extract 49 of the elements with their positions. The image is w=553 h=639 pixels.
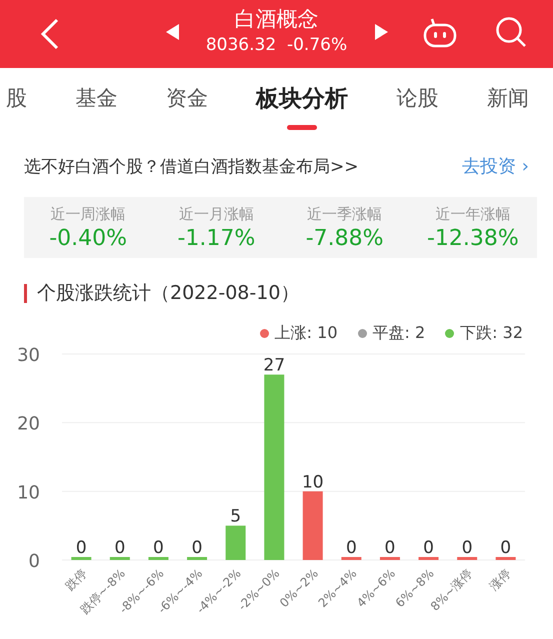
bar: [226, 526, 246, 560]
return-value: -7.88%: [306, 226, 384, 251]
data-label: 10: [302, 472, 324, 492]
index-change: -0.76%: [286, 35, 348, 55]
data-label: 0: [76, 538, 87, 558]
tab[interactable]: 基金: [71, 76, 122, 122]
category-label: 跌停: [62, 566, 90, 594]
section-title: 个股涨跌统计（2022-08-10）: [37, 281, 300, 306]
data-label: 27: [263, 356, 286, 376]
tab[interactable]: 板块分析: [252, 74, 352, 124]
data-label: 0: [346, 538, 357, 558]
data-label: 0: [153, 538, 164, 558]
return-value: -12.38%: [426, 226, 519, 251]
sector-title: 白酒概念: [234, 6, 318, 33]
axis-label: 0: [28, 551, 40, 572]
data-label: 0: [423, 538, 434, 558]
bar: [302, 491, 323, 560]
data-label: 0: [500, 538, 512, 558]
axis-label: 30: [17, 345, 40, 366]
previous-icon[interactable]: [166, 24, 180, 40]
data-label: 0: [384, 538, 396, 558]
back-icon[interactable]: [40, 18, 60, 50]
return-value: -1.17%: [177, 226, 256, 251]
return-value: -0.40%: [49, 226, 128, 251]
index-value: 8036.32: [206, 35, 276, 55]
return-label: 近一年涨幅: [435, 205, 510, 224]
return-label: 近一周涨幅: [50, 205, 126, 224]
section-marker: [24, 284, 27, 302]
tab[interactable]: 论股: [392, 76, 443, 122]
robot-icon[interactable]: [423, 16, 457, 48]
legend-label: 上涨: 10: [274, 323, 338, 344]
data-label: 0: [462, 538, 473, 558]
category-label: 涨停: [486, 566, 514, 594]
axis-label: 10: [17, 482, 40, 504]
axis-label: 20: [17, 414, 40, 435]
legend-label: 下跌: 32: [460, 323, 523, 344]
promo-text: 选不好白酒个股？借道白酒指数基金布局>>: [24, 156, 360, 178]
tab[interactable]: 股: [2, 76, 31, 122]
data-label: 5: [230, 506, 242, 527]
next-icon[interactable]: [374, 24, 388, 40]
data-label: 0: [192, 538, 202, 558]
tab[interactable]: 资金: [162, 76, 212, 122]
tab[interactable]: 新闻: [482, 76, 533, 122]
tab-indicator: [287, 124, 318, 130]
search-icon[interactable]: [495, 16, 527, 48]
return-label: 近一季涨幅: [307, 205, 382, 224]
data-label: 0: [114, 538, 126, 558]
return-label: 近一月涨幅: [178, 205, 254, 224]
legend-label: 平盘: 2: [372, 323, 426, 344]
